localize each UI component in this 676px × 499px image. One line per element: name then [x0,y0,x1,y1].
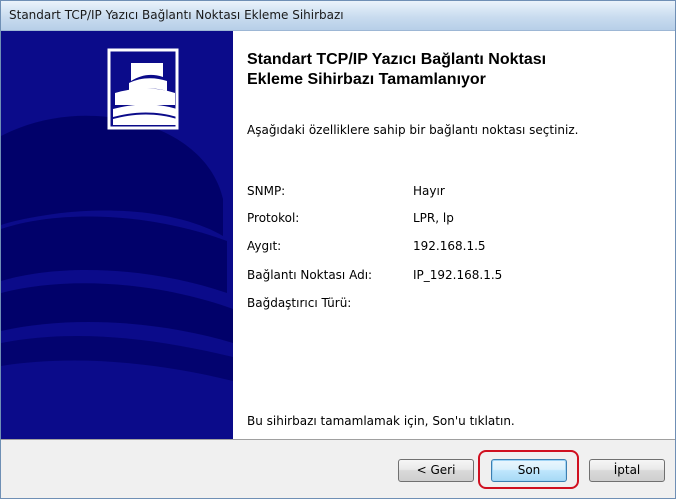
property-value-snmp: Hayır [413,184,445,198]
wizard-sidebar-banner [1,31,233,439]
property-label-protocol: Protokol: [247,211,300,225]
printer-icon [107,48,179,130]
page-title-line2: Ekleme Sihirbazı Tamamlanıyor [247,71,486,88]
intro-text: Aşağıdaki özelliklere sahip bir bağlantı… [247,123,579,137]
button-bar: < Geri Son İptal [1,439,675,498]
finish-button[interactable]: Son [491,459,567,482]
finish-instruction: Bu sihirbazı tamamlamak için, Son'u tıkl… [247,414,515,428]
property-label-device: Aygıt: [247,239,282,253]
back-button[interactable]: < Geri [398,459,474,482]
page-title: Standart TCP/IP Yazıcı Bağlantı Noktası … [247,50,667,90]
property-label-adapter-type: Bağdaştırıcı Türü: [247,296,352,310]
cancel-button[interactable]: İptal [589,459,665,482]
window-title: Standart TCP/IP Yazıcı Bağlantı Noktası … [9,8,344,22]
wizard-window: Standart TCP/IP Yazıcı Bağlantı Noktası … [0,0,676,499]
printer-illustration [1,31,233,439]
property-value-device: 192.168.1.5 [413,239,486,253]
page-title-line1: Standart TCP/IP Yazıcı Bağlantı Noktası [247,51,547,68]
property-label-port-name: Bağlantı Noktası Adı: [247,268,373,282]
wizard-content: Standart TCP/IP Yazıcı Bağlantı Noktası … [233,31,675,439]
property-value-port-name: IP_192.168.1.5 [413,268,503,282]
title-bar[interactable]: Standart TCP/IP Yazıcı Bağlantı Noktası … [1,1,675,31]
property-value-protocol: LPR, lp [413,211,454,225]
property-label-snmp: SNMP: [247,184,286,198]
